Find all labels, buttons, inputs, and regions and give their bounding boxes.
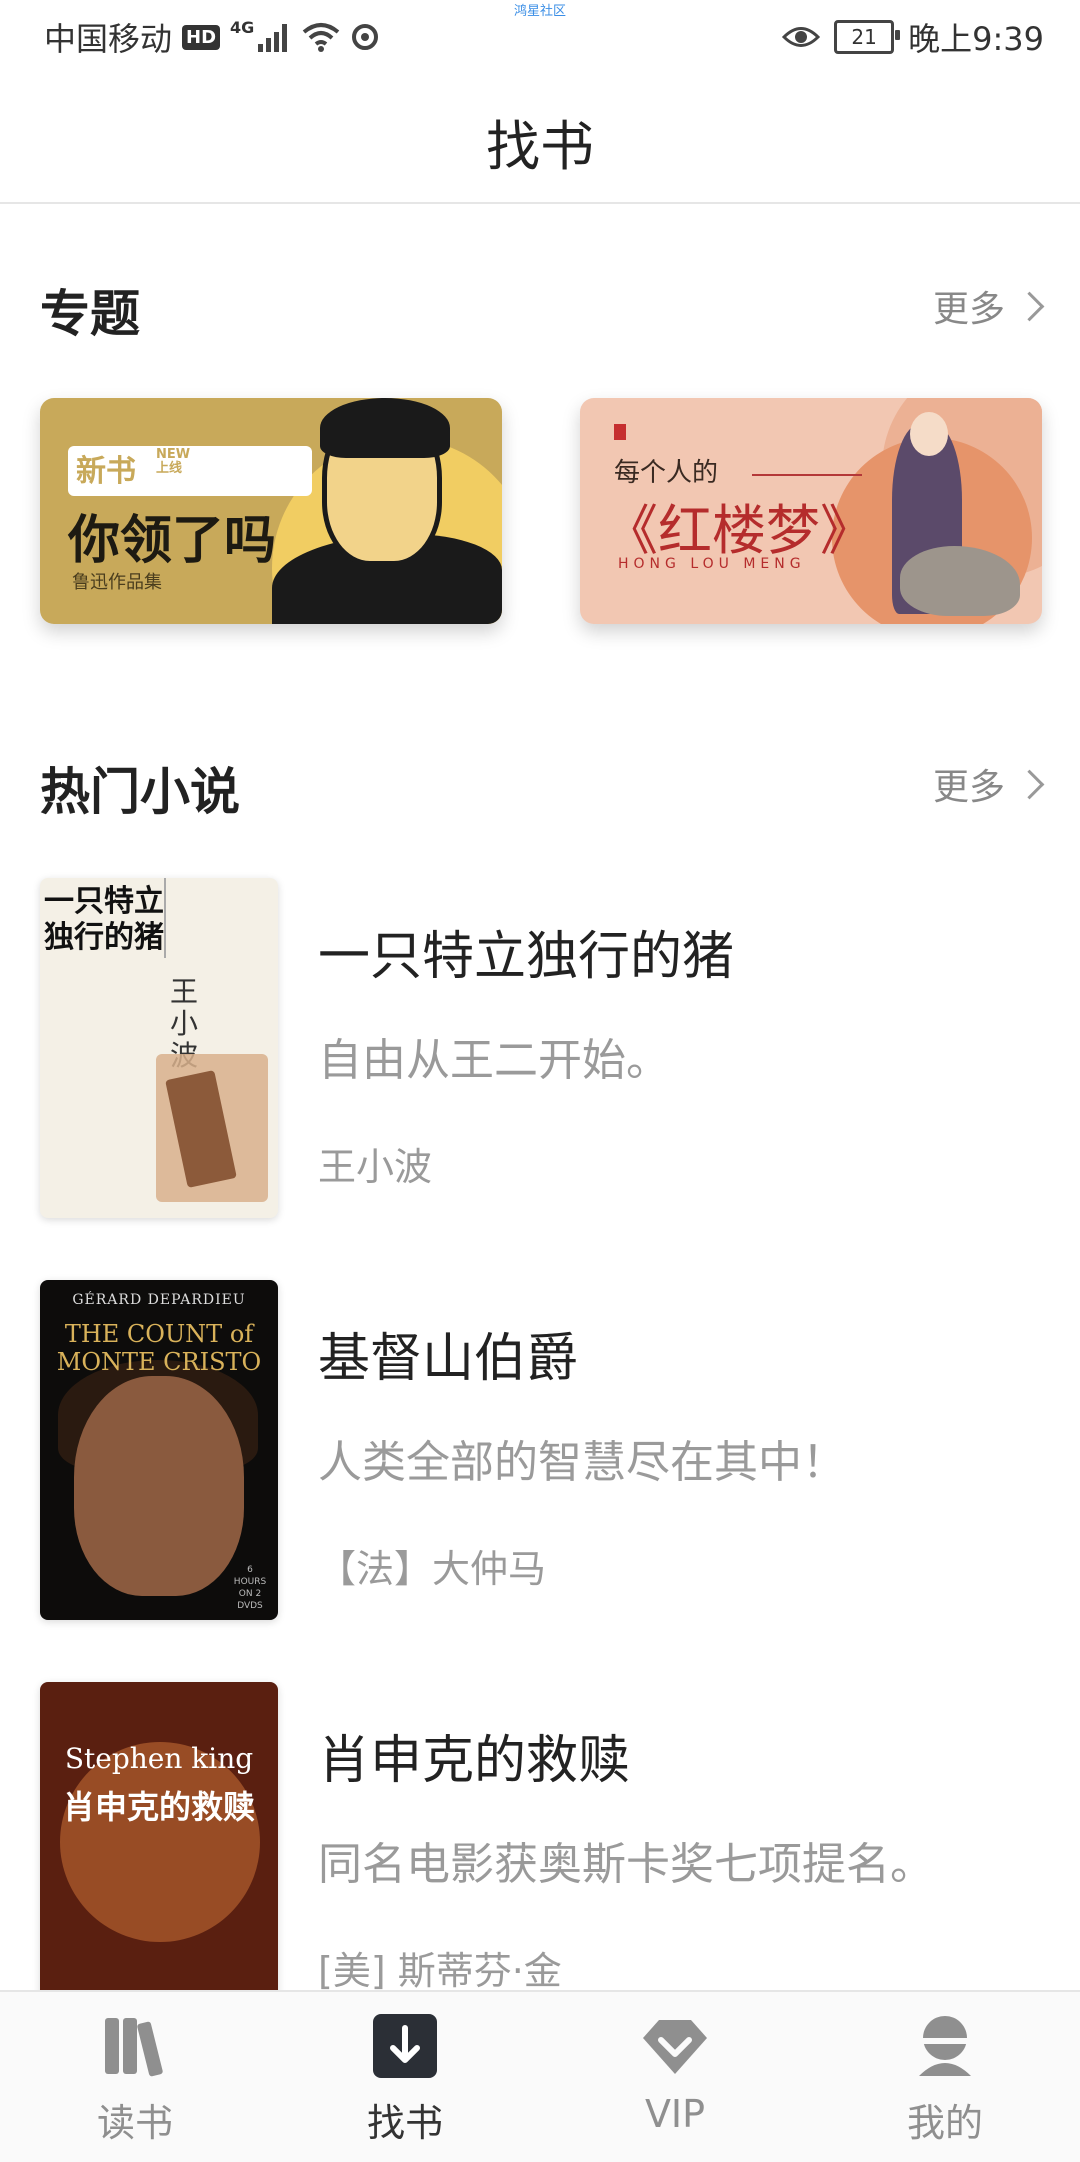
carrier-label: 中国移动 <box>44 20 173 58</box>
nav-label-mine: 我的 <box>906 2101 983 2145</box>
portrait-hair-illustration <box>320 398 450 458</box>
book-title: 一只特立独行的猪 <box>318 927 735 987</box>
book-item[interactable]: 一只特立独行的猪 王小波 一只特立独行的猪 自由从王二开始。 王小波 <box>40 878 1040 1222</box>
status-bar: 中国移动 HD 4G 鸿星社区 21 晚上9:39 <box>0 0 1080 72</box>
book-cover: Stephen king 肖申克的救赎 <box>40 1682 278 2022</box>
app-header: 找书 <box>0 72 1080 204</box>
banner-line1: 每个人的 <box>614 458 719 488</box>
signal-icon <box>258 24 288 52</box>
hd-icon: HD <box>182 24 221 50</box>
eye-comfort-icon <box>782 27 821 47</box>
banner-subtitle: 鲁迅作品集 <box>72 572 162 593</box>
vip-diamond-icon <box>643 2020 707 2074</box>
wifi-icon <box>303 23 340 52</box>
book-author: [美] 斯蒂芬·金 <box>318 1949 562 1993</box>
profile-icon <box>919 2016 971 2076</box>
new-online-tag: NEW 上线 <box>156 447 191 476</box>
chevron-right-icon <box>1014 769 1045 799</box>
book-item[interactable]: GÉRARD DEPARDIEU THE COUNT of MONTE CRIS… <box>40 1280 1040 1624</box>
nav-item-find[interactable]: 找书 <box>270 1992 540 2162</box>
more-label: 更多 <box>932 289 1005 330</box>
banner-rule <box>752 474 862 476</box>
topic-banner-hongloumeng[interactable]: 每个人的 《红楼梦》 HONG LOU MENG <box>580 398 1042 624</box>
cover-footnote: 6 HOURS ON 2 DVDS <box>233 1565 267 1611</box>
page-title: 找书 <box>486 115 594 178</box>
battery-icon: 21 <box>834 20 901 54</box>
cover-actor-name: GÉRARD DEPARDIEU <box>72 1292 246 1308</box>
cover-title: 肖申克的救赎 <box>62 1788 255 1826</box>
book-cover: GÉRARD DEPARDIEU THE COUNT of MONTE CRIS… <box>40 1280 278 1620</box>
book-title: 肖申克的救赎 <box>318 1731 631 1791</box>
status-right: 21 晚上9:39 <box>782 14 1044 60</box>
book-author: 【法】大仲马 <box>318 1547 547 1591</box>
nav-item-mine[interactable]: 我的 <box>810 1992 1080 2162</box>
nav-label-find: 找书 <box>366 2101 443 2145</box>
book-author: 王小波 <box>318 1145 433 1189</box>
find-book-icon <box>373 2014 437 2078</box>
banner-pinyin: HONG LOU MENG <box>618 556 806 572</box>
seal-mark-icon <box>614 424 626 440</box>
network-type-label: 4G <box>230 17 255 37</box>
cover-author: Stephen king <box>64 1742 254 1775</box>
new-book-tag: 新书 <box>76 454 136 489</box>
nav-label-vip: VIP <box>644 2092 706 2136</box>
nav-item-read[interactable]: 读书 <box>0 1992 270 2162</box>
figure-head-illustration <box>910 412 948 456</box>
battery-level: 21 <box>851 25 877 49</box>
hotspot-icon <box>352 24 379 50</box>
book-title: 基督山伯爵 <box>318 1329 579 1389</box>
topics-section-title: 专题 <box>40 285 140 343</box>
bottom-nav: 读书 找书 VIP 我的 <box>0 1990 1080 2162</box>
bookshelf-icon <box>105 2018 163 2077</box>
cover-portrait-face <box>74 1376 244 1596</box>
cover-divider <box>164 878 166 958</box>
more-label: 更多 <box>932 767 1005 808</box>
banner-headline: 《红楼梦》 <box>604 499 874 562</box>
book-description: 人类全部的智慧尽在其中！ <box>318 1437 846 1488</box>
book-description: 自由从王二开始。 <box>318 1035 670 1086</box>
topics-more-button[interactable]: 更多 <box>932 280 1045 332</box>
cover-title: THE COUNT of MONTE CRISTO <box>56 1320 262 1376</box>
book-item[interactable]: Stephen king 肖申克的救赎 肖申克的救赎 同名电影获奥斯卡奖七项提名… <box>40 1682 1040 2026</box>
clock: 晚上9:39 <box>908 20 1044 58</box>
banner-headline: 你领了吗 <box>68 511 277 571</box>
topic-banner-luxun[interactable]: 新书 NEW 上线 你领了吗 鲁迅作品集 <box>40 398 502 624</box>
nav-item-vip[interactable]: VIP <box>540 1992 810 2162</box>
hot-section-title: 热门小说 <box>40 763 240 821</box>
chevron-right-icon <box>1014 291 1045 321</box>
book-description: 同名电影获奥斯卡奖七项提名。 <box>318 1839 934 1890</box>
nav-label-read: 读书 <box>96 2101 173 2145</box>
status-left: 中国移动 HD 4G <box>44 14 380 60</box>
book-cover: 一只特立独行的猪 王小波 <box>40 878 278 1218</box>
cover-title: 一只特立独行的猪 <box>44 884 164 955</box>
hot-more-button[interactable]: 更多 <box>932 758 1045 810</box>
